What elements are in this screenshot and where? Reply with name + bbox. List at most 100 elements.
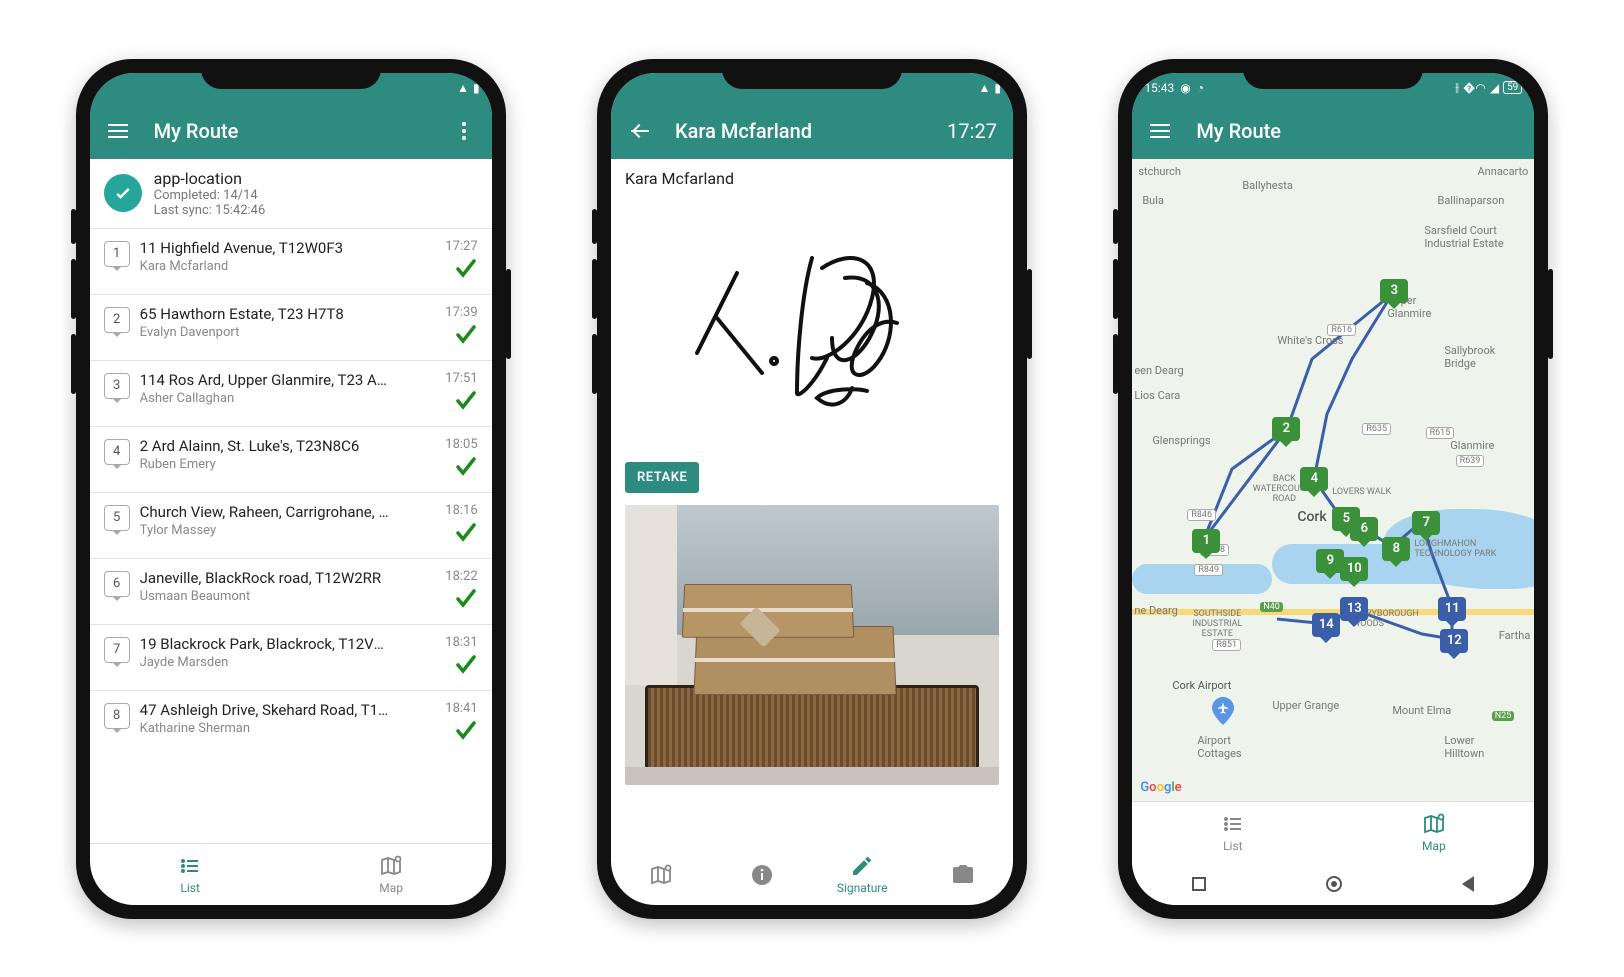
stop-number-badge: 5 <box>104 505 130 531</box>
page-title: My Route <box>154 119 428 143</box>
retake-button[interactable]: RETAKE <box>625 462 699 493</box>
google-logo: Google <box>1140 780 1181 795</box>
customer-name: Kara Mcfarland <box>611 159 1013 198</box>
tab-map-label: Map <box>379 881 403 895</box>
android-recents-icon[interactable] <box>1192 877 1206 891</box>
signal-icon: ▲ <box>978 81 990 95</box>
stop-row[interactable]: 2 65 Hawthorn Estate, T23 H7T8 Evalyn Da… <box>90 294 492 360</box>
stop-time: 18:05 <box>445 437 477 452</box>
map-marker[interactable]: 11 <box>1438 597 1466 621</box>
status-bar: 15:43 ◉ ◔ ⫲ �◠ ◢ 59 <box>1132 73 1534 103</box>
bottom-nav: List Map <box>90 843 492 905</box>
stop-customer: Evalyn Davenport <box>140 325 436 340</box>
stop-row[interactable]: 1 11 Highfield Avenue, T12W0F3 Kara Mcfa… <box>90 228 492 294</box>
stop-row[interactable]: 8 47 Ashleigh Drive, Skehard Road, T12 X… <box>90 690 492 756</box>
stop-row[interactable]: 5 Church View, Raheen, Carrigrohane, Co…… <box>90 492 492 558</box>
stop-address: 47 Ashleigh Drive, Skehard Road, T12 X… <box>140 701 390 719</box>
tab-signature-label: Signature <box>837 881 888 895</box>
delivery-photo[interactable] <box>625 505 999 785</box>
phone-list-view: ▲ ▮ My Route app-location Completed: 14/… <box>76 59 506 919</box>
battery-icon: 59 <box>1503 81 1522 94</box>
stop-row[interactable]: 4 2 Ard Alainn, St. Luke's, T23N8C6 Rube… <box>90 426 492 492</box>
vibrate-icon: ⫲ <box>1455 80 1459 95</box>
route-summary: app-location Completed: 14/14 Last sync:… <box>90 159 492 228</box>
tab-map[interactable]: Map <box>291 844 492 905</box>
overflow-menu-icon[interactable] <box>452 119 476 143</box>
map-marker[interactable]: 6 <box>1350 517 1378 541</box>
battery-icon: ▮ <box>473 81 480 95</box>
signal-icon: ◢ <box>1490 81 1499 95</box>
check-icon <box>454 454 478 478</box>
tab-map[interactable] <box>611 845 712 905</box>
stop-address: 65 Hawthorn Estate, T23 H7T8 <box>140 305 390 323</box>
signature-canvas[interactable] <box>611 198 1013 458</box>
check-icon <box>454 586 478 610</box>
stop-number-badge: 4 <box>104 439 130 465</box>
status-bar: ▲ ▮ <box>611 73 1013 103</box>
menu-icon[interactable] <box>1148 119 1172 143</box>
list-icon <box>1221 812 1245 836</box>
map-icon <box>379 854 403 878</box>
map-marker[interactable]: 1 <box>1192 529 1220 553</box>
map-icon <box>1422 812 1446 836</box>
bottom-nav: Signature <box>611 845 1013 905</box>
location-status-icon: ◔ <box>1197 81 1204 95</box>
signature-drawing <box>682 243 942 413</box>
bottom-nav: List Map <box>1132 801 1534 863</box>
map-marker[interactable]: 8 <box>1382 537 1410 561</box>
app-bar: Kara Mcfarland 17:27 <box>611 103 1013 159</box>
check-icon <box>454 322 478 346</box>
wifi-icon: �◠ <box>1463 81 1486 95</box>
map-marker[interactable]: 10 <box>1340 557 1368 581</box>
tab-map[interactable]: Map <box>1333 802 1534 863</box>
signal-icon: ▲ <box>457 81 469 95</box>
airport-pin-icon <box>1212 697 1234 729</box>
stop-time: 18:22 <box>445 569 477 584</box>
map-marker[interactable]: 13 <box>1340 597 1368 621</box>
check-icon <box>454 520 478 544</box>
stop-row[interactable]: 6 Janeville, BlackRock road, T12W2RR Usm… <box>90 558 492 624</box>
android-back-icon[interactable] <box>1462 876 1474 892</box>
stop-address: 114 Ros Ard, Upper Glanmire, T23 AK80 <box>140 371 390 389</box>
page-title: Kara Mcfarland <box>675 119 923 143</box>
stop-customer: Katharine Sherman <box>140 721 436 736</box>
stop-address: Janeville, BlackRock road, T12W2RR <box>140 569 390 587</box>
back-icon[interactable] <box>627 119 651 143</box>
check-icon <box>454 718 478 742</box>
camera-icon <box>951 863 975 887</box>
page-title: My Route <box>1196 119 1518 143</box>
stop-customer: Jayde Marsden <box>140 655 436 670</box>
menu-icon[interactable] <box>106 119 130 143</box>
map-marker[interactable]: 2 <box>1272 417 1300 441</box>
status-time: 15:43 <box>1144 81 1174 95</box>
map-marker[interactable]: 4 <box>1300 467 1328 491</box>
stop-time: 17:27 <box>947 119 997 143</box>
tab-list[interactable]: List <box>90 844 291 905</box>
status-bar: ▲ ▮ <box>90 73 492 103</box>
map-marker[interactable]: 3 <box>1380 279 1408 303</box>
phone-map-view: 15:43 ◉ ◔ ⫲ �◠ ◢ 59 My Route <box>1118 59 1548 919</box>
android-home-icon[interactable] <box>1326 876 1342 892</box>
stop-time: 17:51 <box>445 371 477 386</box>
check-icon <box>454 652 478 676</box>
tab-list-label: List <box>180 881 200 895</box>
map-marker[interactable]: 7 <box>1412 511 1440 535</box>
map-marker[interactable]: 12 <box>1440 629 1468 653</box>
whatsapp-icon: ◉ <box>1180 81 1190 95</box>
stop-row[interactable]: 7 19 Blackrock Park, Blackrock, T12VY57 … <box>90 624 492 690</box>
map-marker[interactable]: 14 <box>1312 613 1340 637</box>
stop-number-badge: 7 <box>104 637 130 663</box>
battery-icon: ▮ <box>994 81 1001 95</box>
stop-row[interactable]: 3 114 Ros Ard, Upper Glanmire, T23 AK80 … <box>90 360 492 426</box>
list-icon <box>178 854 202 878</box>
stop-number-badge: 6 <box>104 571 130 597</box>
tab-info[interactable] <box>711 845 812 905</box>
stop-time: 17:27 <box>445 239 477 254</box>
tab-camera[interactable] <box>912 845 1013 905</box>
map-canvas[interactable]: stchurch Annacarto Bula Ballyhesta Balli… <box>1132 159 1534 801</box>
stops-list: 1 11 Highfield Avenue, T12W0F3 Kara Mcfa… <box>90 228 492 843</box>
stop-address: Church View, Raheen, Carrigrohane, Co… <box>140 503 390 521</box>
tab-list[interactable]: List <box>1132 802 1333 863</box>
tab-signature[interactable]: Signature <box>812 845 913 905</box>
pencil-icon <box>850 854 874 878</box>
